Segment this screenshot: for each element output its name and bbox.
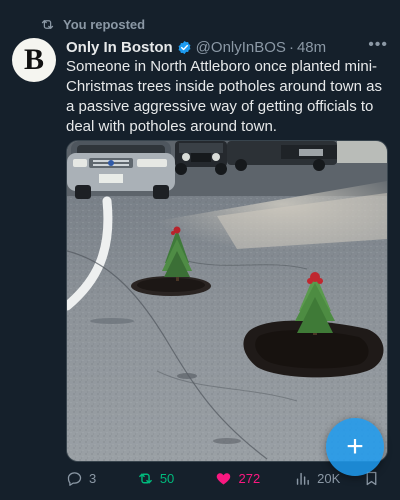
tweet-photo[interactable] [66,140,388,462]
views-chart-icon [296,472,310,485]
repost-icon [41,19,54,29]
repost-active-icon [138,473,152,483]
repost-button[interactable]: 50 [137,470,216,487]
reply-button[interactable]: 3 [66,470,137,487]
tweet-timestamp[interactable]: 48m [297,39,326,56]
avatar[interactable]: B [12,38,56,82]
compose-button[interactable]: + [326,418,384,476]
like-button[interactable]: 272 [215,470,294,487]
plus-icon: + [346,430,364,463]
header-separator: · [288,38,294,56]
reply-icon [67,471,82,486]
author-name[interactable]: Only In Boston [66,39,173,56]
tweet-actions: 3 50 272 20K [66,468,380,488]
author-handle[interactable]: @OnlyInBOS [196,39,286,56]
avatar-logo-letter: B [23,43,44,76]
tweet-text: Someone in North Attleboro once planted … [66,58,382,135]
views-count: 20K [317,470,341,486]
heart-filled-icon [217,472,231,485]
repost-indicator: You reposted [40,15,145,33]
like-count: 272 [238,470,261,486]
more-options-icon[interactable]: ••• [368,36,388,54]
reply-count: 3 [89,470,97,486]
tweet-header: Only In Boston @OnlyInBOS · 48m ••• [66,36,388,58]
repost-label: You reposted [63,16,146,32]
verified-badge-icon [178,40,191,54]
repost-count: 50 [159,470,175,486]
